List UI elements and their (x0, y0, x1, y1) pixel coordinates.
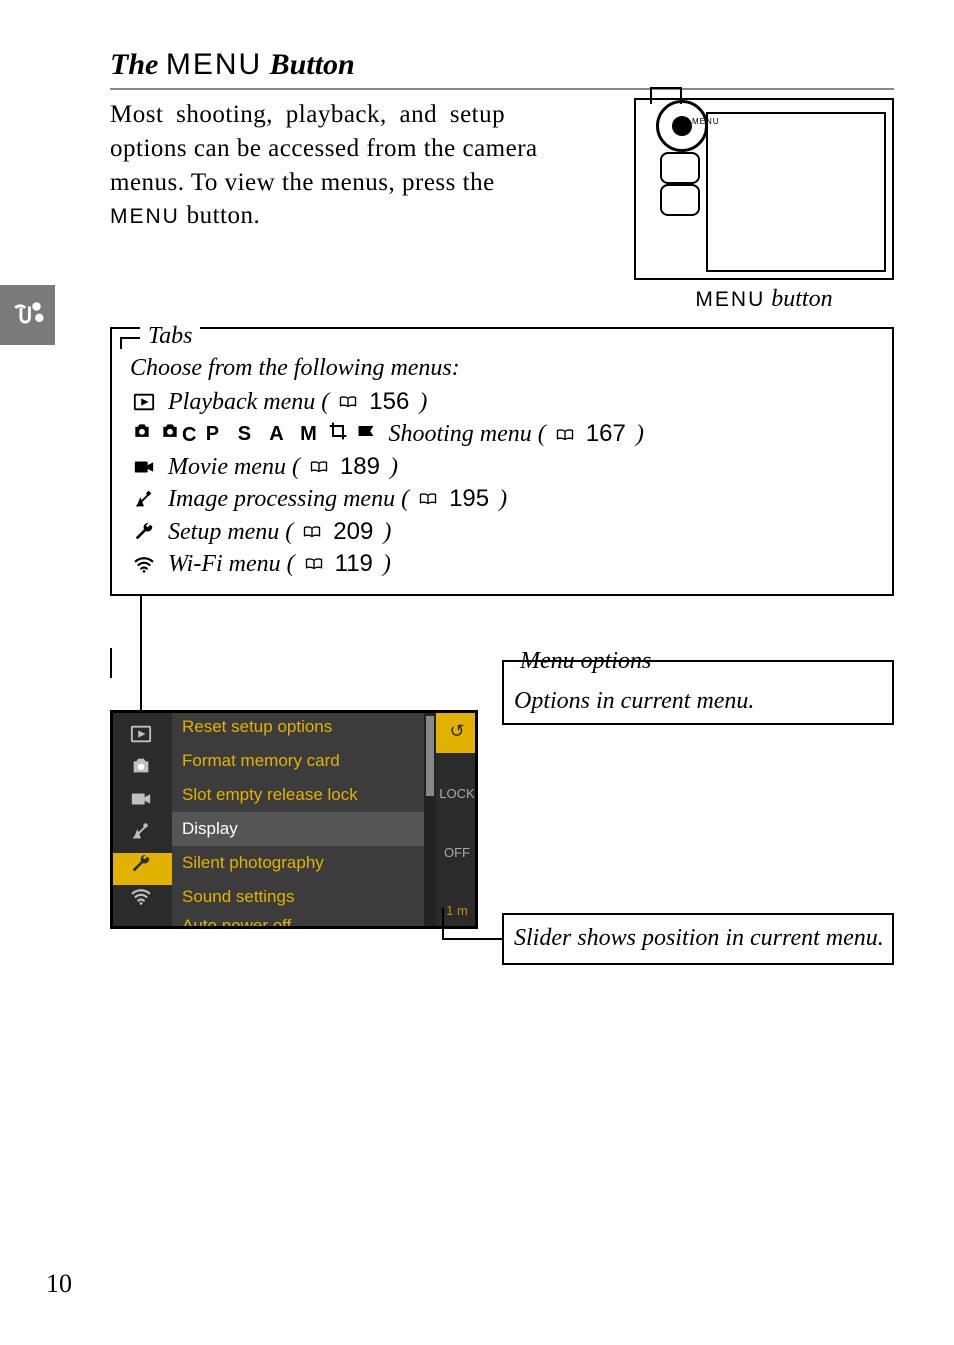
tabs-callout-box: Choose from the following menus: Playbac… (110, 327, 894, 596)
menu-item: Display (172, 812, 424, 846)
slider-callout-box: Slider shows position in current menu. (502, 913, 894, 964)
page-ref-icon (419, 492, 437, 506)
tabs-menu-row: Setup menu ( 209) (130, 516, 878, 548)
menu-item-value (436, 812, 478, 834)
retouch-icon (130, 488, 158, 510)
menu-item-value: OFF (436, 834, 478, 871)
menu-options-text: Options in current menu. (514, 688, 754, 714)
slider-callout-text: Slider shows position in current menu. (514, 925, 884, 951)
page-ref: 119 (335, 548, 373, 580)
page-ref-icon (310, 460, 328, 474)
camera-caption-menu: MENU (695, 288, 765, 311)
camera-illustration: MENU (634, 98, 894, 280)
page-ref: 195 (449, 483, 489, 515)
connector-line (110, 648, 112, 678)
intro-line: options can be accessed from the camera (110, 135, 538, 162)
movie-icon (130, 456, 158, 478)
camera-icon (130, 421, 154, 449)
camera-menu-screen: Reset setup optionsFormat memory cardSlo… (110, 710, 478, 929)
connector-line (442, 908, 444, 940)
page-ref: 156 (369, 386, 409, 418)
mode-letter: M (294, 421, 322, 448)
menu-item: Sound settings (172, 880, 424, 914)
camera-caption-text: button (765, 286, 832, 312)
page-ref-icon (305, 557, 323, 571)
menu-row-text: Movie menu ( (168, 451, 300, 483)
menu-item-value: LOCK (436, 775, 478, 812)
menu-tab-retouch (110, 820, 172, 852)
mode-letter: S (230, 421, 258, 448)
tabs-menu-row: Image processing menu ( 195) (130, 483, 878, 515)
menu-item: Auto power off (172, 914, 424, 929)
intro-text: Most shooting, playback, and setup optio… (110, 98, 622, 233)
menu-row-text: Setup menu ( (168, 516, 293, 548)
page-ref: 189 (340, 451, 380, 483)
tabs-menu-row: Playback menu ( 156) (130, 386, 878, 418)
side-section-tab (0, 285, 55, 345)
menu-tab-wifi (110, 885, 172, 917)
tabs-menu-row: Movie menu ( 189) (130, 451, 878, 483)
menu-item: Reset setup options (172, 710, 424, 744)
mode-letter: P (198, 421, 226, 448)
intro-line: Most shooting, playback, and setup (110, 101, 505, 128)
camera-icon: C (158, 421, 194, 449)
section-heading: The MENU Button (110, 48, 894, 90)
crop-icon (326, 421, 350, 449)
page-number: 10 (46, 1269, 72, 1299)
page-ref-icon (556, 428, 574, 442)
menu-options-box: Options in current menu. (502, 660, 894, 725)
menu-row-text: Image processing menu ( (168, 483, 409, 515)
page-ref-icon (303, 525, 321, 539)
page-ref-icon (339, 395, 357, 409)
best-moment-icon (354, 421, 378, 449)
menu-row-text: Shooting menu ( (388, 418, 545, 450)
menu-tab-play (110, 723, 172, 755)
intro-line: menus. To view the menus, press the (110, 169, 495, 196)
menu-row-text: Playback menu ( (168, 386, 329, 418)
menu-tab-camera (110, 755, 172, 787)
wrench-icon (130, 521, 158, 543)
menu-scrollbar (424, 710, 436, 929)
page-ref: 209 (333, 516, 373, 548)
menu-item-value: ↺ (436, 710, 478, 753)
menu-tab-movie (110, 788, 172, 820)
wifi-icon (130, 553, 158, 575)
heading-prefix: The (110, 48, 158, 81)
menu-tab-wrench (110, 853, 172, 885)
tabs-choose-text: Choose from the following menus: (130, 355, 878, 382)
intro-line-suffix: button. (180, 202, 260, 229)
connector-line (442, 938, 502, 940)
connector-line (110, 618, 274, 648)
heading-suffix: Button (270, 48, 355, 81)
camera-caption: MENU button (634, 286, 894, 313)
menu-item: Format memory card (172, 744, 424, 778)
menu-item: Silent photography (172, 846, 424, 880)
tabs-menu-row: Wi-Fi menu ( 119) (130, 548, 878, 580)
mode-letter: A (262, 421, 290, 448)
menu-row-text: Wi-Fi menu ( (168, 548, 295, 580)
intro-menu-word: MENU (110, 205, 180, 228)
tabs-menu-row: CPSAM Shooting menu ( 167) (130, 418, 878, 450)
connector-line (140, 596, 142, 726)
play-icon (130, 391, 158, 413)
menu-item-value (436, 871, 478, 893)
page-ref: 167 (586, 418, 626, 450)
menu-scrollbar-thumb (426, 716, 434, 796)
tabs-callout-label: Tabs (140, 323, 200, 350)
heading-menu-word: MENU (166, 48, 262, 81)
menu-item-value (436, 753, 478, 775)
menu-item: Slot empty release lock (172, 778, 424, 812)
